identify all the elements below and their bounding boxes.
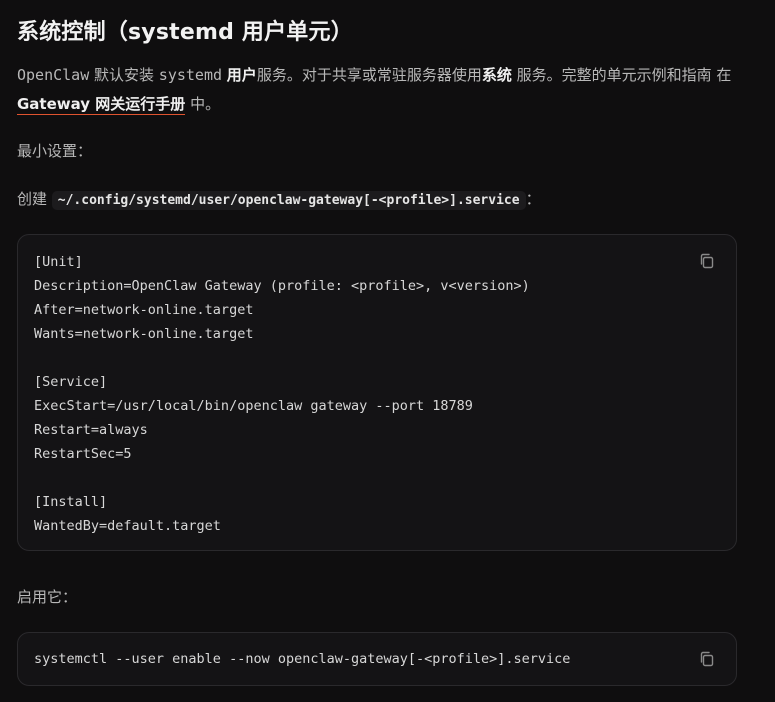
- intro-text-3: 服务。完整的单元示例和指南 在: [511, 66, 732, 84]
- copy-enable-command-button[interactable]: [698, 650, 716, 668]
- enable-label: 启用它：: [17, 588, 78, 606]
- create-prefix: 创建: [17, 190, 52, 208]
- section-heading: 系统控制（systemd 用户单元）: [17, 20, 353, 45]
- unit-file-code-block: [Unit] Description=OpenClaw Gateway (pro…: [17, 234, 737, 551]
- enable-command-code: systemctl --user enable --now openclaw-g…: [34, 651, 571, 667]
- intro-text-4: 中。: [185, 95, 221, 113]
- intro-text-1: 默认安装: [89, 66, 159, 84]
- intro-bold-user: 用户: [226, 66, 257, 84]
- intro-text-2: 服务。对于共享或常驻服务器使用: [256, 66, 482, 84]
- create-suffix: ：: [525, 190, 541, 208]
- copy-unit-file-button[interactable]: [698, 252, 716, 270]
- intro-systemd: systemd: [158, 66, 223, 84]
- copy-icon: [700, 651, 714, 667]
- minimal-setup-label: 最小设置：: [17, 142, 93, 160]
- intro-product-name: OpenClaw: [17, 66, 90, 84]
- enable-command-code-block: systemctl --user enable --now openclaw-g…: [17, 632, 737, 686]
- service-path-code: ~/.config/systemd/user/openclaw-gateway[…: [51, 191, 526, 210]
- intro-bold-system: 系统: [481, 66, 512, 84]
- intro-paragraph: OpenClaw 默认安装 systemd 用户服务。对于共享或常驻服务器使用系…: [17, 61, 747, 119]
- unit-file-code: [Unit] Description=OpenClaw Gateway (pro…: [34, 254, 530, 534]
- copy-icon: [700, 253, 714, 269]
- create-instruction: 创建 ~/.config/systemd/user/openclaw-gatew…: [17, 185, 747, 215]
- doc-page: 系统控制（systemd 用户单元） OpenClaw 默认安装 systemd…: [0, 0, 775, 702]
- gateway-runbook-link[interactable]: Gateway 网关运行手册: [17, 95, 186, 115]
